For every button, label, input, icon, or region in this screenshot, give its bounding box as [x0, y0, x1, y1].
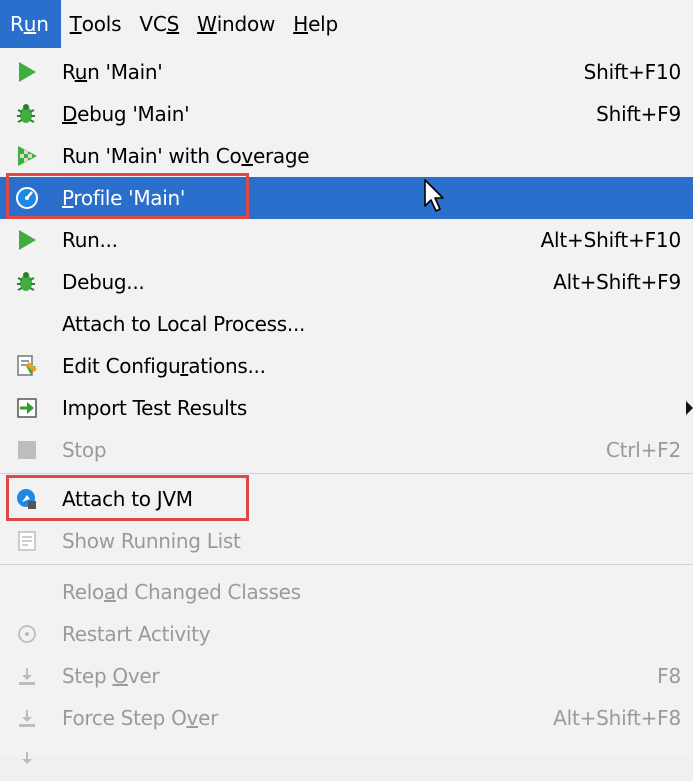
shortcut: Alt+Shift+F9: [553, 270, 681, 294]
menu-item-import-test-results[interactable]: Import Test Results: [0, 387, 693, 429]
restart-icon: [15, 622, 39, 646]
menu-item-debug-ellipsis[interactable]: Debug... Alt+Shift+F9: [0, 261, 693, 303]
menu-item-cut-off[interactable]: [0, 739, 693, 781]
import-icon: [15, 396, 39, 420]
menu-separator: [0, 564, 693, 565]
shortcut: Alt+Shift+F10: [540, 228, 682, 252]
menu-item-show-running-list[interactable]: Show Running List: [0, 520, 693, 562]
attach-jvm-icon: [15, 487, 39, 511]
menu-run[interactable]: Run: [0, 0, 61, 48]
menu-tools[interactable]: Tools: [61, 0, 131, 48]
stop-icon: [15, 438, 39, 462]
menu-bar: Run Tools VC S Window Help: [0, 0, 693, 48]
edit-config-icon: [15, 354, 39, 378]
menu-help[interactable]: Help: [284, 0, 347, 48]
menu-item-run-coverage[interactable]: Run 'Main' with Coverage: [0, 135, 693, 177]
shortcut: F8: [657, 664, 681, 688]
menu-item-force-step-over[interactable]: Force Step Over Alt+Shift+F8: [0, 697, 693, 739]
run-dropdown-menu: Run 'Main' Shift+F10 Debug 'Main' Shift+…: [0, 48, 693, 764]
menu-item-debug-main[interactable]: Debug 'Main' Shift+F9: [0, 93, 693, 135]
list-icon: [15, 529, 39, 553]
shortcut: Shift+F9: [596, 102, 681, 126]
submenu-arrow-icon: [686, 401, 693, 415]
step-into-icon: [15, 748, 39, 772]
coverage-icon: [15, 144, 39, 168]
debug-icon: [15, 102, 39, 126]
debug-icon: [15, 270, 39, 294]
profile-icon: [15, 186, 39, 210]
mouse-cursor-icon: [423, 178, 447, 219]
menu-item-attach-to-jvm[interactable]: Attach to JVM: [0, 478, 693, 520]
shortcut: Ctrl+F2: [605, 438, 681, 462]
menu-separator: [0, 473, 693, 474]
menu-item-edit-configurations[interactable]: Edit Configurations...: [0, 345, 693, 387]
menu-item-restart-activity[interactable]: Restart Activity: [0, 613, 693, 655]
menu-item-profile-main[interactable]: Profile 'Main': [0, 177, 693, 219]
run-icon: [15, 228, 39, 252]
menu-window[interactable]: Window: [188, 0, 284, 48]
force-step-over-icon: [15, 706, 39, 730]
shortcut: Shift+F10: [583, 60, 682, 84]
menu-item-run-ellipsis[interactable]: Run... Alt+Shift+F10: [0, 219, 693, 261]
step-over-icon: [15, 664, 39, 688]
menu-item-reload-changed-classes[interactable]: Reload Changed Classes: [0, 571, 693, 613]
menu-item-attach-local-process[interactable]: Attach to Local Process...: [0, 303, 693, 345]
shortcut: Alt+Shift+F8: [553, 706, 681, 730]
menu-vcs[interactable]: VC S: [130, 0, 188, 48]
menu-item-stop[interactable]: Stop Ctrl+F2: [0, 429, 693, 471]
menu-item-step-over[interactable]: Step Over F8: [0, 655, 693, 697]
menu-item-run-main[interactable]: Run 'Main' Shift+F10: [0, 51, 693, 93]
run-icon: [15, 60, 39, 84]
